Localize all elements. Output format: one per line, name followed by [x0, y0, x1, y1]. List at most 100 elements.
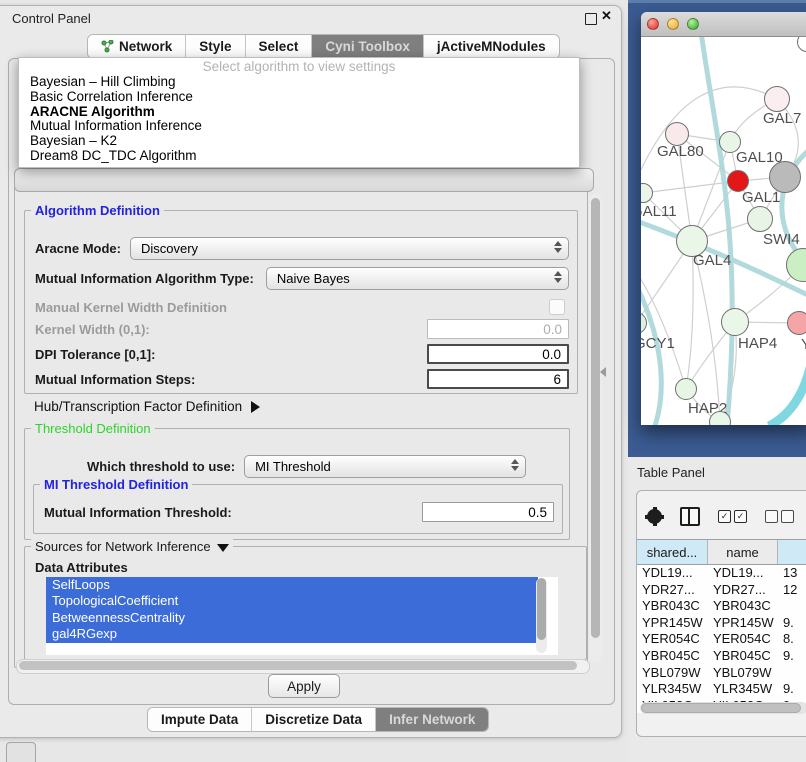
table-row[interactable]: YDL19...YDL19...13 [637, 565, 806, 582]
node-hap2[interactable] [675, 378, 697, 400]
mi-steps-field[interactable] [427, 369, 569, 389]
table-panel-title: Table Panel [637, 465, 705, 480]
sources-legend[interactable]: Sources for Network Inference [31, 539, 233, 554]
table-cell: YBR045C [708, 648, 778, 665]
close-traffic-light[interactable] [647, 18, 659, 30]
kernel-width-field[interactable] [427, 319, 569, 339]
close-icon[interactable]: ✕ [601, 8, 612, 24]
node-gal7[interactable] [764, 86, 790, 112]
node-gal1[interactable] [747, 206, 773, 232]
network-canvas[interactable]: GAL7GAL80GAL10GAL1GAL11GAL4SWI4GCY1HAP4Y… [641, 37, 806, 425]
tab-label: Discretize Data [265, 712, 362, 727]
table-row[interactable]: YBL079WYBL079W [637, 665, 806, 682]
table-row[interactable]: YLR345WYLR345W9. [637, 681, 806, 698]
table-cell: YBR043C [637, 598, 708, 615]
table-horizontal-scrollbar[interactable] [640, 702, 806, 714]
algorithm-option-bayesian-k2[interactable]: Bayesian – K2 [19, 134, 579, 149]
mi-type-combobox[interactable]: Naive Bayes [266, 267, 569, 290]
table-toolbar: ✓✓ [647, 505, 806, 528]
attribute-item-gal4rgexp[interactable]: gal4RGexp [46, 626, 538, 642]
algorithm-option-mutual-information-inference[interactable]: Mutual Information Inference [19, 119, 579, 134]
node-label: GAL1 [742, 189, 780, 206]
table-row[interactable]: YPR145WYPR145W9. [637, 615, 806, 632]
dpi-tolerance-field[interactable] [427, 344, 569, 364]
column-header-shared[interactable]: shared... [637, 540, 708, 564]
tab-label: Impute Data [161, 712, 238, 727]
table-cell: YLR345W [708, 681, 778, 698]
tab-infer-network[interactable]: Infer Network [376, 708, 488, 731]
apply-button[interactable]: Apply [268, 674, 340, 698]
bottom-corner-button[interactable] [6, 742, 36, 762]
stepper-arrows-icon [554, 241, 562, 253]
column-header-extra[interactable] [778, 540, 806, 564]
attribute-item-selfloops[interactable]: SelfLoops [46, 577, 538, 593]
table-row[interactable]: YDR27...YDR27...12 [637, 582, 806, 599]
settings-horizontal-scrollbar[interactable] [16, 659, 590, 674]
column-header-name[interactable]: name [708, 540, 778, 564]
node-hap4[interactable] [721, 308, 749, 336]
screen: Control Panel ✕ NetworkStyleSelectCyni T… [0, 0, 806, 762]
tab-discretize-data[interactable]: Discretize Data [252, 708, 376, 731]
algorithm-option-basic-correlation-inference[interactable]: Basic Correlation Inference [19, 90, 579, 105]
algorithm-dropdown-popup: Select algorithm to view settings Bayesi… [18, 57, 580, 168]
mi-threshold-legend: MI Threshold Definition [40, 477, 192, 492]
control-panel-tabbar: Network Style SelectCyni ToolboxjActiveMNo… [87, 34, 560, 59]
table-cell: YDL19... [708, 565, 778, 582]
settings-vertical-scrollbar[interactable] [589, 194, 602, 662]
columns-icon[interactable] [680, 507, 700, 526]
hub-definition-expander[interactable]: Hub/Transcription Factor Definition [34, 399, 260, 414]
algorithm-option-bayesian-hill-climbing[interactable]: Bayesian – Hill Climbing [19, 75, 579, 90]
mi-threshold-field[interactable] [422, 502, 554, 522]
attribute-item-betweennesscentrality[interactable]: BetweennessCentrality [46, 610, 538, 626]
which-threshold-combobox[interactable]: MI Threshold [244, 455, 526, 478]
aracne-mode-combobox[interactable]: Discovery [130, 237, 569, 260]
splitter-collapse-icon[interactable] [600, 367, 606, 377]
node-label: SWI4 [763, 231, 800, 248]
tab-cyni-toolbox[interactable]: Cyni Toolbox [312, 35, 424, 58]
attribute-item-topologicalcoefficient[interactable]: TopologicalCoefficient [46, 593, 538, 609]
table-row[interactable]: YBR045CYBR045C9. [637, 648, 806, 665]
tab-impute-data[interactable]: Impute Data [148, 708, 252, 731]
attributes-list-scrollbar[interactable] [536, 578, 547, 653]
mi-steps-label: Mutual Information Steps: [35, 372, 195, 387]
zoom-traffic-light[interactable] [687, 18, 699, 30]
table-row[interactable]: YBR043CYBR043C [637, 598, 806, 615]
tab-style[interactable]: Style [186, 35, 245, 58]
network-window-titlebar[interactable] [641, 12, 806, 37]
node-y[interactable] [787, 311, 806, 335]
table-cell [778, 665, 806, 682]
data-attributes-label: Data Attributes [35, 560, 128, 575]
algorithm-option-dream8-dc-tdc-algorithm[interactable]: Dream8 DC_TDC Algorithm [19, 149, 579, 164]
node-label: HAP4 [738, 335, 777, 352]
aracne-mode-label: Aracne Mode: [35, 241, 121, 256]
algorithm-definition-group: Algorithm Definition Aracne Mode: Discov… [24, 210, 578, 394]
threshold-definition-legend: Threshold Definition [31, 421, 155, 436]
dpi-tolerance-label: DPI Tolerance [0,1]: [35, 347, 155, 362]
tab-label: Network [119, 39, 172, 54]
table-cell: YPR145W [637, 615, 708, 632]
which-threshold-value: MI Threshold [245, 459, 331, 474]
float-window-icon[interactable] [585, 13, 597, 25]
node-label: GAL80 [657, 143, 704, 160]
aracne-mode-value: Discovery [131, 241, 198, 256]
manual-kernel-checkbox[interactable] [549, 299, 565, 315]
table-row[interactable]: YER054CYER054C8. [637, 631, 806, 648]
algorithm-option-aracne-algorithm[interactable]: ARACNE Algorithm [19, 105, 579, 120]
tab-label: Style [199, 39, 231, 54]
algorithm-selector-combobox[interactable] [14, 168, 594, 192]
select-all-checkboxes-icon[interactable]: ✓✓ [718, 510, 747, 523]
minimize-traffic-light[interactable] [667, 18, 679, 30]
node-label: GAL7 [763, 110, 801, 127]
table-cell: 8. [778, 631, 806, 648]
collapse-down-icon [217, 544, 229, 552]
table-cell [778, 598, 806, 615]
table-cell: YBR043C [708, 598, 778, 615]
gear-icon[interactable] [647, 509, 662, 524]
hub-definition-label: Hub/Transcription Factor Definition [34, 399, 242, 414]
deselect-checkboxes-icon[interactable] [765, 510, 794, 523]
tab-jactivemnodules[interactable]: jActiveMNodules [424, 35, 559, 58]
tab-select[interactable]: Select [246, 35, 313, 58]
tab-network[interactable]: Network [88, 35, 186, 58]
table-cell: YER054C [637, 631, 708, 648]
node-label: GCY1 [641, 335, 675, 352]
